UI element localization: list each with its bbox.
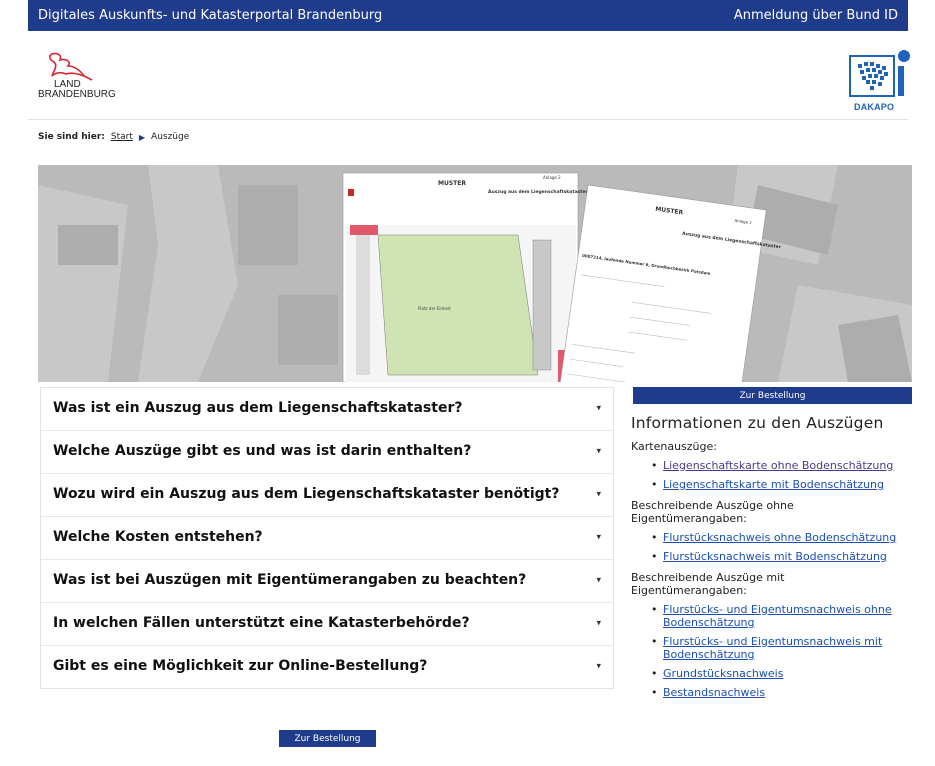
faq-item-online-order[interactable]: Gibt es eine Möglichkeit zur Online-Best…: [41, 646, 613, 688]
login-link[interactable]: Anmeldung über Bund ID: [734, 8, 898, 23]
order-button-bottom[interactable]: Zur Bestellung: [279, 730, 376, 747]
faq-item-what-is-extract[interactable]: Was ist ein Auszug aus dem Liegenschafts…: [41, 388, 613, 431]
top-bar: Digitales Auskunfts- und Katasterportal …: [28, 0, 908, 31]
faq-item-which-extracts[interactable]: Welche Auszüge gibt es und was ist darin…: [41, 431, 613, 474]
info-group-label: Kartenauszüge:: [631, 440, 717, 453]
logo-line-2: BRANDENBURG: [38, 89, 116, 100]
portal-title: Digitales Auskunfts- und Katasterportal …: [38, 8, 383, 23]
breadcrumb-arrow-icon: ▶: [138, 132, 146, 142]
faq-question: Welche Kosten entstehen?: [53, 529, 263, 545]
list-item: Flurstücksnachweis mit Bodenschätzung: [651, 550, 921, 563]
link-bestandsnachweis[interactable]: Bestandsnachweis: [663, 686, 765, 699]
faq-question: Was ist bei Auszügen mit Eigentümerangab…: [53, 572, 527, 588]
link-flurstuecksnachweis-mit[interactable]: Flurstücksnachweis mit Bodenschätzung: [663, 550, 887, 563]
dakapo-logo[interactable]: DAKAPO: [848, 48, 912, 116]
link-liegenschaftskarte-mit[interactable]: Liegenschaftskarte mit Bodenschätzung: [663, 478, 884, 491]
doc1-title: Auszug aus dem Liegenschaftskataster: [488, 189, 588, 195]
chevron-down-icon: ▾: [596, 618, 601, 629]
header-divider: [28, 119, 908, 120]
dakapo-wordmark: DAKAPO: [854, 102, 895, 112]
doc1-stamp: MUSTER: [438, 180, 466, 187]
link-eigentumsnachweis-mit[interactable]: Flurstücks- und Eigentumsnachweis mit Bo…: [663, 635, 882, 661]
info-title: Informationen zu den Auszügen: [631, 414, 884, 432]
list-item: Liegenschaftskarte mit Bodenschätzung: [651, 478, 921, 491]
faq-item-costs[interactable]: Welche Kosten entstehen? ▾: [41, 517, 613, 560]
chevron-down-icon: ▾: [596, 575, 601, 586]
faq-question: Wozu wird ein Auszug aus dem Liegenschaf…: [53, 486, 560, 502]
chevron-down-icon: ▾: [596, 489, 601, 500]
list-item: Flurstücksnachweis ohne Bodenschätzung: [651, 531, 921, 544]
faq-question: Gibt es eine Möglichkeit zur Online-Best…: [53, 658, 428, 674]
faq-question: In welchen Fällen unterstützt eine Katas…: [53, 615, 470, 631]
breadcrumb-start-link[interactable]: Start: [111, 132, 133, 142]
doc1-place-label: Platz der Einheit: [418, 306, 451, 311]
aerial-map-background: MUSTER Anlage 2 Auszug aus dem Liegensch…: [38, 165, 912, 382]
faq-item-why-needed[interactable]: Wozu wird ein Auszug aus dem Liegenschaf…: [41, 474, 613, 517]
faq-question: Was ist ein Auszug aus dem Liegenschafts…: [53, 400, 463, 416]
chevron-down-icon: ▾: [596, 446, 601, 457]
breadcrumb-label: Sie sind hier:: [38, 132, 105, 142]
hero-image: MUSTER Anlage 2 Auszug aus dem Liegensch…: [38, 165, 912, 382]
info-group-label: Beschreibende Auszüge ohne Eigentümerang…: [631, 499, 794, 525]
info-group-label: Beschreibende Auszüge mit Eigentümeranga…: [631, 571, 785, 597]
chevron-down-icon: ▾: [596, 661, 601, 672]
list-item: Liegenschaftskarte ohne Bodenschätzung: [651, 459, 921, 472]
faq-question: Welche Auszüge gibt es und was ist darin…: [53, 443, 472, 459]
info-link-list: Liegenschaftskarte ohne Bodenschätzung L…: [651, 459, 921, 491]
info-sidebar: Informationen zu den Auszügen Kartenausz…: [631, 414, 921, 707]
list-item: Grundstücksnachweis: [651, 667, 931, 680]
link-grundstuecksnachweis[interactable]: Grundstücksnachweis: [663, 667, 783, 680]
list-item: Flurstücks- und Eigentumsnachweis mit Bo…: [651, 635, 931, 661]
link-flurstuecksnachweis-ohne[interactable]: Flurstücksnachweis ohne Bodenschätzung: [663, 531, 896, 544]
faq-item-owner-info[interactable]: Was ist bei Auszügen mit Eigentümerangab…: [41, 560, 613, 603]
faq-item-authority-support[interactable]: In welchen Fällen unterstützt eine Katas…: [41, 603, 613, 646]
order-button-side[interactable]: Zur Bestellung: [633, 387, 912, 404]
info-link-list: Flurstücksnachweis ohne Bodenschätzung F…: [651, 531, 921, 563]
info-link-list: Flurstücks- und Eigentumsnachweis ohne B…: [651, 603, 931, 699]
chevron-down-icon: ▾: [596, 403, 601, 414]
list-item: Flurstücks- und Eigentumsnachweis ohne B…: [651, 603, 931, 629]
link-eigentumsnachweis-ohne[interactable]: Flurstücks- und Eigentumsnachweis ohne B…: [663, 603, 892, 629]
land-brandenburg-logo[interactable]: LAND BRANDENBURG: [38, 50, 128, 110]
list-item: Bestandsnachweis: [651, 686, 931, 699]
breadcrumb-current: Auszüge: [151, 132, 190, 142]
faq-accordion: Was ist ein Auszug aus dem Liegenschafts…: [40, 387, 614, 689]
breadcrumb: Sie sind hier: Start ▶ Auszüge: [38, 132, 189, 142]
dakapo-map-icon: [849, 50, 910, 97]
doc1-annex: Anlage 2: [543, 175, 561, 180]
link-liegenschaftskarte-ohne[interactable]: Liegenschaftskarte ohne Bodenschätzung: [663, 459, 893, 472]
chevron-down-icon: ▾: [596, 532, 601, 543]
